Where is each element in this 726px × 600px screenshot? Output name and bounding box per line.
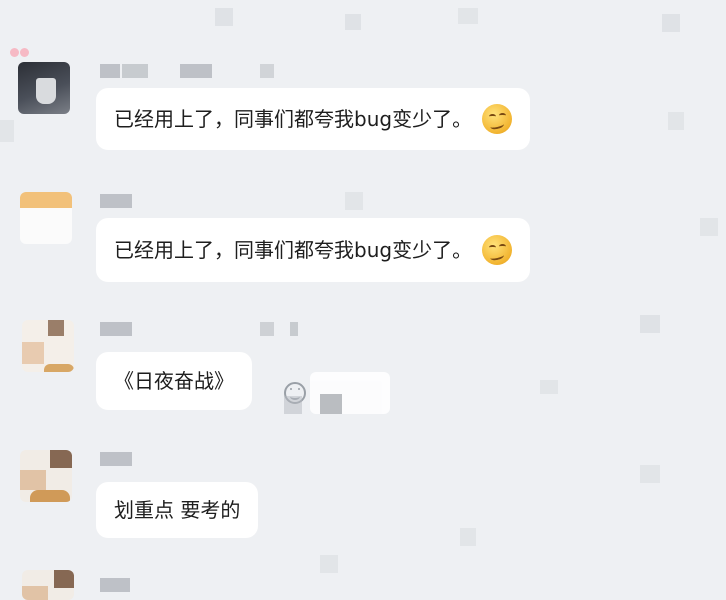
sender-name [100,322,300,336]
smirk-emoji-icon [482,235,513,265]
sender-name [100,578,140,592]
message-bubble[interactable]: 已经用上了，同事们都夸我bug变少了。 [96,88,531,150]
message-text: 《日夜奋战》 [114,369,234,393]
message-bubble[interactable]: 《日夜奋战》 [96,352,252,410]
message-item: 已经用上了，同事们都夸我bug变少了。 [0,0,726,160]
avatar[interactable] [20,192,72,244]
reaction-panel [284,372,390,414]
message-text: 划重点 要考的 [114,498,241,522]
avatar[interactable] [22,320,74,372]
message-text: 已经用上了，同事们都夸我bug变少了。 [114,238,473,262]
avatar[interactable] [22,570,74,600]
message-bubble[interactable]: 已经用上了，同事们都夸我bug变少了。 [96,218,531,282]
message-item: 划重点 要考的 [0,440,726,550]
message-text: 已经用上了，同事们都夸我bug变少了。 [114,107,473,131]
avatar-figure [36,78,56,104]
sender-name [100,452,140,466]
message-item: 已经用上了，同事们都夸我bug变少了。 [0,180,726,290]
avatar[interactable] [20,450,72,502]
avatar[interactable] [18,62,70,114]
bow-icon [10,46,30,62]
avatar-band [20,192,72,208]
sender-name [100,64,274,78]
chat-area: 已经用上了，同事们都夸我bug变少了。 已经用上了，同事们都夸我bug变少了。 [0,0,726,600]
sender-name [100,194,140,208]
message-item: 《日夜奋战》 [0,310,726,420]
message-bubble[interactable]: 划重点 要考的 [96,482,259,538]
smirk-emoji-icon [482,104,513,134]
